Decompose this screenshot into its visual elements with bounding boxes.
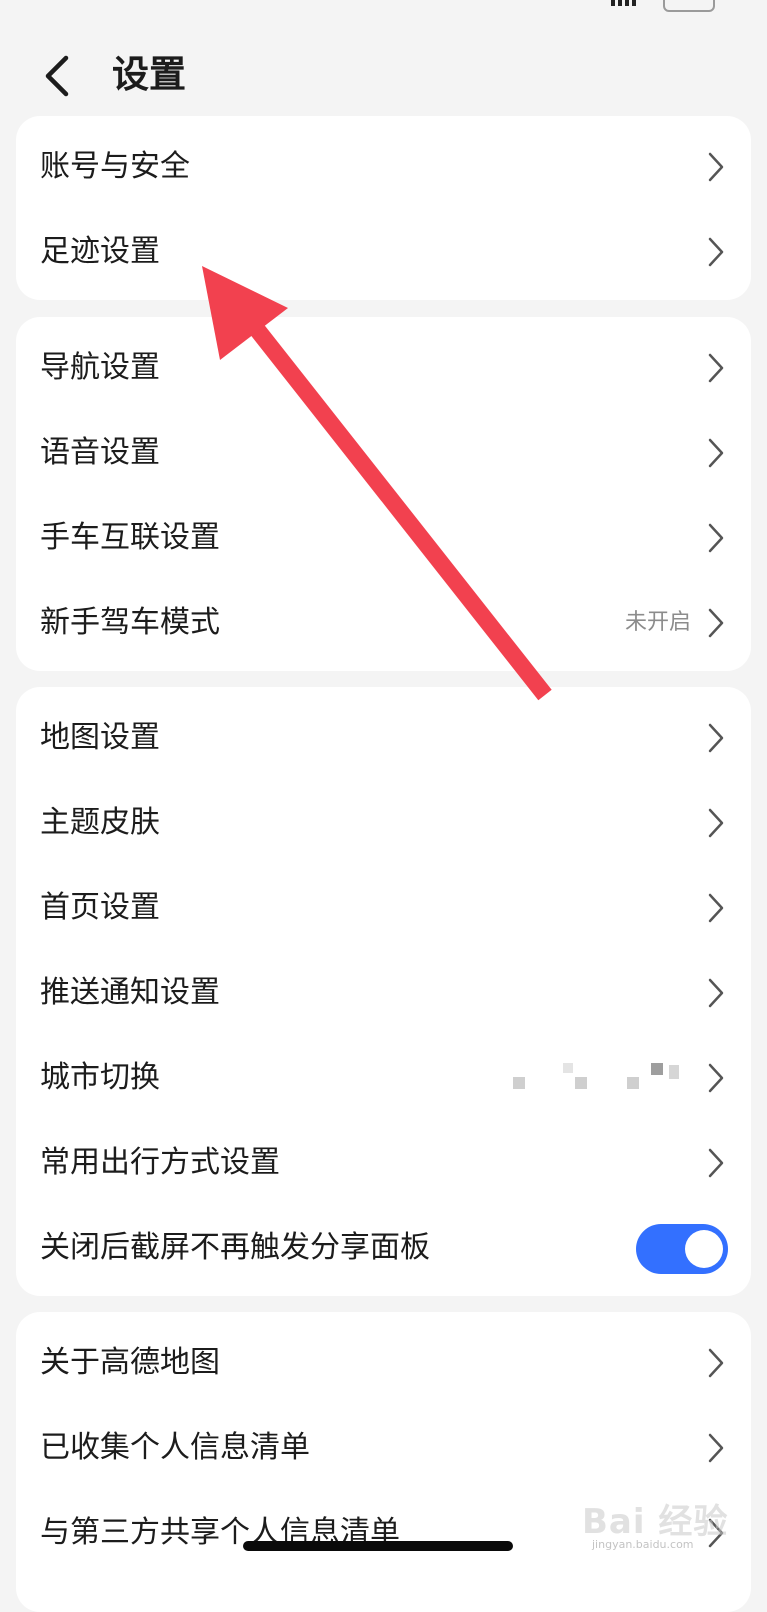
- back-button[interactable]: [36, 48, 84, 104]
- chevron-right-icon: [708, 1063, 724, 1093]
- status-value: 未开启: [624, 610, 691, 635]
- settings-row-third-party-sharing[interactable]: 与第三方共享个人信息清单: [16, 1490, 751, 1576]
- page-title: 设置: [112, 53, 186, 96]
- settings-row-city-switch[interactable]: 城市切换: [16, 1035, 751, 1121]
- chevron-right-icon: [708, 893, 724, 923]
- chevron-right-icon: [708, 237, 724, 267]
- screenshot-share-toggle[interactable]: [636, 1224, 728, 1274]
- row-label: 账号与安全: [40, 149, 190, 184]
- settings-row-novice-driving[interactable]: 新手驾车模式 未开启: [16, 580, 751, 666]
- chevron-right-icon: [708, 1348, 724, 1378]
- settings-row-navigation[interactable]: 导航设置: [16, 325, 751, 411]
- row-label: 手车互联设置: [40, 520, 220, 555]
- home-indicator[interactable]: [243, 1541, 513, 1551]
- settings-group-about: 关于高德地图 已收集个人信息清单 与第三方共享个人信息清单: [16, 1312, 751, 1612]
- row-label: 常用出行方式设置: [40, 1145, 280, 1180]
- header: 设置: [0, 40, 767, 112]
- settings-row-account-security[interactable]: 账号与安全: [16, 124, 751, 210]
- battery-icon: [663, 0, 715, 12]
- settings-group-navigation: 导航设置 语音设置 手车互联设置 新手驾车模式 未开启: [16, 317, 751, 671]
- status-bar: [0, 0, 767, 14]
- row-label: 关闭后截屏不再触发分享面板: [40, 1230, 430, 1265]
- chevron-right-icon: [708, 1433, 724, 1463]
- row-label: 首页设置: [40, 890, 160, 925]
- chevron-left-icon: [45, 55, 69, 97]
- settings-row-map[interactable]: 地图设置: [16, 695, 751, 781]
- chevron-right-icon: [708, 723, 724, 753]
- chevron-right-icon: [708, 353, 724, 383]
- row-label: 导航设置: [40, 350, 160, 385]
- settings-row-footprint[interactable]: 足迹设置: [16, 209, 751, 295]
- settings-row-homepage[interactable]: 首页设置: [16, 865, 751, 951]
- settings-row-push-notifications[interactable]: 推送通知设置: [16, 950, 751, 1036]
- chevron-right-icon: [708, 1518, 724, 1548]
- row-label: 新手驾车模式: [40, 605, 220, 640]
- row-label: 地图设置: [40, 720, 160, 755]
- chevron-right-icon: [708, 152, 724, 182]
- settings-row-voice[interactable]: 语音设置: [16, 410, 751, 496]
- blurred-city-value: [509, 1063, 689, 1099]
- row-label: 城市切换: [40, 1060, 160, 1095]
- settings-row-screenshot-share: 关闭后截屏不再触发分享面板: [16, 1205, 751, 1291]
- settings-row-theme-skin[interactable]: 主题皮肤: [16, 780, 751, 866]
- row-label: 足迹设置: [40, 234, 160, 269]
- chevron-right-icon: [708, 808, 724, 838]
- settings-group-map: 地图设置 主题皮肤 首页设置 推送通知设置 城市切换 常用出行方式设置 关闭后截…: [16, 687, 751, 1296]
- chevron-right-icon: [708, 608, 724, 638]
- settings-row-travel-mode[interactable]: 常用出行方式设置: [16, 1120, 751, 1206]
- row-label: 已收集个人信息清单: [40, 1430, 310, 1465]
- row-label: 主题皮肤: [40, 805, 160, 840]
- settings-group-account: 账号与安全 足迹设置: [16, 116, 751, 300]
- settings-row-phone-car-link[interactable]: 手车互联设置: [16, 495, 751, 581]
- settings-row-collected-info[interactable]: 已收集个人信息清单: [16, 1405, 751, 1491]
- row-label: 关于高德地图: [40, 1345, 220, 1380]
- row-label: 语音设置: [40, 435, 160, 470]
- signal-icon: [611, 0, 637, 6]
- chevron-right-icon: [708, 1148, 724, 1178]
- chevron-right-icon: [708, 438, 724, 468]
- chevron-right-icon: [708, 523, 724, 553]
- toggle-knob: [685, 1230, 723, 1268]
- settings-row-about[interactable]: 关于高德地图: [16, 1320, 751, 1406]
- chevron-right-icon: [708, 978, 724, 1008]
- row-label: 推送通知设置: [40, 975, 220, 1010]
